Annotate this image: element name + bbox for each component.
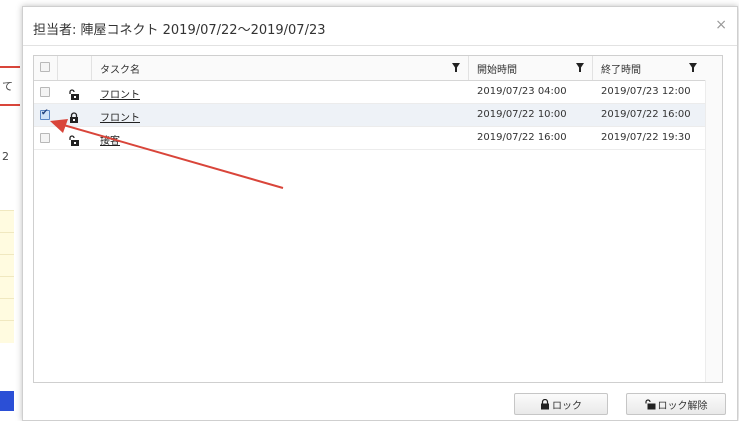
start-time-cell: 2019/07/23 04:00 <box>477 86 567 97</box>
dialog-header: 担当者: 陣屋コネクト 2019/07/22〜2019/07/23 × <box>23 7 737 46</box>
unlock-button[interactable]: ロック解除 <box>626 393 726 415</box>
table-row[interactable]: フロント 2019/07/22 10:00 2019/07/22 16:00 <box>34 104 722 127</box>
end-time-cell: 2019/07/22 19:30 <box>601 132 691 143</box>
background-blue-block <box>0 391 14 411</box>
lock-icon <box>541 398 549 409</box>
end-time-column-label: 終了時間 <box>601 65 641 76</box>
task-name-link[interactable]: フロント <box>100 86 140 101</box>
end-time-cell: 2019/07/23 12:00 <box>601 86 691 97</box>
background-row <box>0 320 14 343</box>
close-icon[interactable]: × <box>715 17 727 33</box>
unlocked-icon <box>68 86 80 100</box>
filter-icon[interactable] <box>452 63 460 72</box>
background-row <box>0 276 14 299</box>
unlocked-icon <box>644 398 655 409</box>
task-name-link[interactable]: フロント <box>100 109 140 124</box>
unlocked-icon <box>68 132 80 146</box>
background-divider <box>0 104 20 106</box>
header-task-name[interactable]: タスク名 <box>92 56 469 80</box>
table-row[interactable]: 接客 2019/07/22 16:00 2019/07/22 19:30 <box>34 127 722 150</box>
row-checkbox[interactable] <box>40 133 50 143</box>
background-row <box>0 254 14 277</box>
background-row <box>0 232 14 255</box>
start-time-cell: 2019/07/22 16:00 <box>477 132 567 143</box>
row-checkbox-checked[interactable] <box>40 108 50 120</box>
end-time-cell: 2019/07/22 16:00 <box>601 109 691 120</box>
task-name-column-label: タスク名 <box>100 65 140 76</box>
unlock-button-label: ロック解除 <box>657 400 708 412</box>
start-time-column-label: 開始時間 <box>477 65 517 76</box>
select-all-checkbox[interactable] <box>40 62 50 72</box>
background-row <box>0 298 14 321</box>
lock-button-label: ロック <box>552 400 582 412</box>
task-lock-dialog: 担当者: 陣屋コネクト 2019/07/22〜2019/07/23 × タスク名… <box>22 6 738 421</box>
header-start-time[interactable]: 開始時間 <box>469 56 593 80</box>
background-text-fragment: て <box>2 80 13 93</box>
task-name-link[interactable]: 接客 <box>100 132 120 147</box>
table-row[interactable]: フロント 2019/07/23 04:00 2019/07/23 12:00 <box>34 81 722 104</box>
dialog-title: 担当者: 陣屋コネクト 2019/07/22〜2019/07/23 <box>33 23 326 38</box>
filter-icon[interactable] <box>576 63 584 72</box>
grid-scrollbar[interactable] <box>705 80 722 382</box>
start-time-cell: 2019/07/22 10:00 <box>477 109 567 120</box>
row-checkbox[interactable] <box>40 87 50 97</box>
filter-icon[interactable] <box>689 63 697 72</box>
background-number-fragment: 2 <box>2 150 9 163</box>
background-row <box>0 210 14 233</box>
task-grid: タスク名 開始時間 終了時間 フロント 2019/07/23 04:00 201… <box>33 55 723 383</box>
background-divider <box>0 66 20 68</box>
lock-button[interactable]: ロック <box>514 393 608 415</box>
grid-header: タスク名 開始時間 終了時間 <box>34 56 722 81</box>
header-end-time[interactable]: 終了時間 <box>593 56 705 80</box>
lock-icon <box>68 109 80 123</box>
header-lock-cell <box>58 56 92 80</box>
header-select-all-cell <box>34 56 58 80</box>
